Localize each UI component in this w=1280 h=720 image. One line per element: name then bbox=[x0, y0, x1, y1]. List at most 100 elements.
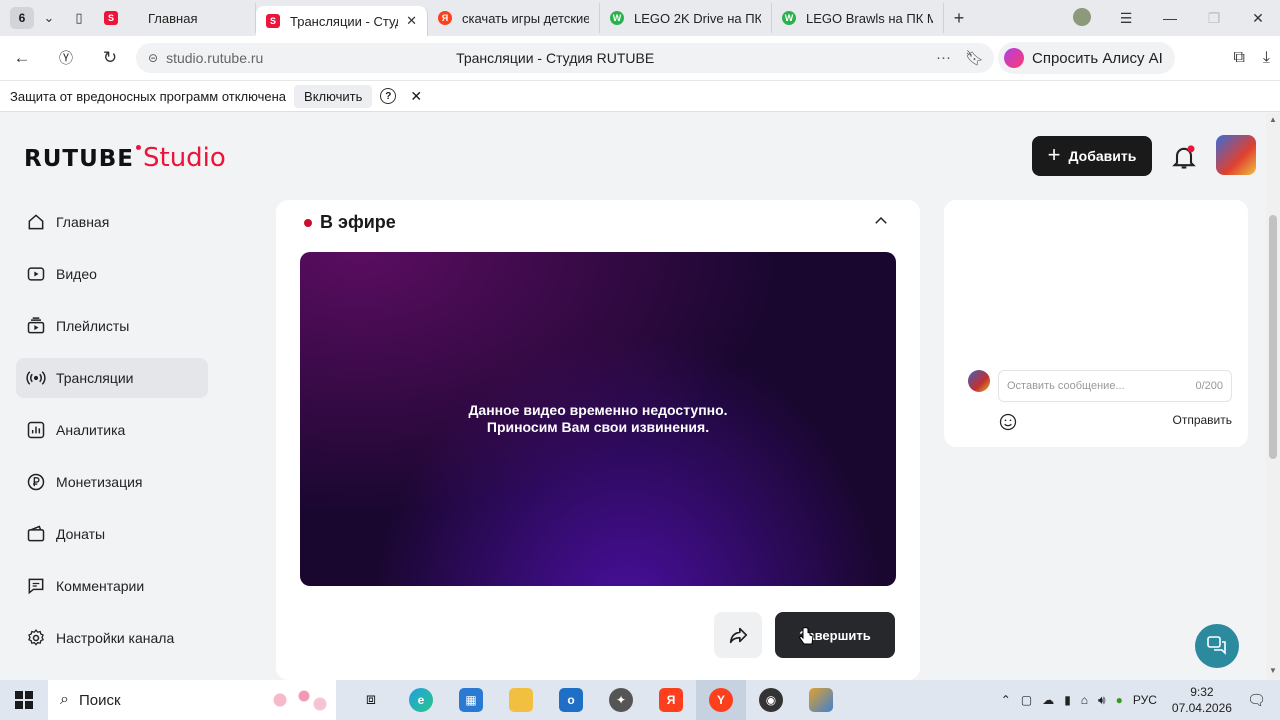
support-chat-button[interactable] bbox=[1195, 624, 1239, 668]
download-icon[interactable]: ⤓ bbox=[1263, 49, 1270, 67]
ask-alice-button[interactable]: Спросить Алису AI bbox=[998, 42, 1175, 74]
home-icon bbox=[28, 214, 44, 230]
send-message-button[interactable]: Отправить bbox=[1172, 413, 1232, 427]
tray-expand-icon[interactable]: ⌃ bbox=[1001, 693, 1011, 707]
minimize-icon[interactable]: — bbox=[1148, 10, 1192, 26]
tab-lego-drive[interactable]: W LEGO 2K Drive на ПК bbox=[600, 3, 772, 33]
bookmark-page-icon[interactable]: ▯ bbox=[64, 3, 94, 33]
sidebar-item-label: Трансляции bbox=[56, 370, 134, 386]
ms-store-icon[interactable]: ▦ bbox=[446, 680, 496, 720]
url-field[interactable]: ⊝ studio.rutube.ru Трансляции - Студия R… bbox=[136, 43, 994, 73]
maximize-icon[interactable]: ❐ bbox=[1192, 10, 1236, 27]
bookmark-icon[interactable]: 🔖︎ bbox=[965, 49, 984, 67]
broadcast-icon bbox=[26, 371, 46, 385]
logo-accent: Studio bbox=[143, 143, 226, 173]
site-info-icon[interactable]: ⊝ bbox=[148, 51, 158, 65]
tab-search-games[interactable]: Я скачать игры детские bbox=[428, 3, 600, 33]
live-status-label: В эфире bbox=[320, 212, 396, 232]
plus-icon: + bbox=[1047, 142, 1061, 167]
user-avatar[interactable] bbox=[1216, 135, 1256, 175]
tab-home[interactable]: S Главная bbox=[94, 3, 256, 33]
language-indicator[interactable]: РУС bbox=[1133, 693, 1157, 707]
video-player[interactable]: Данное видео временно недоступно. Принос… bbox=[300, 252, 896, 586]
profile-avatar-icon[interactable] bbox=[1060, 7, 1104, 29]
sidebar-item-label: Настройки канала bbox=[56, 630, 175, 646]
scrollbar-thumb[interactable] bbox=[1269, 215, 1277, 459]
page-scrollbar[interactable]: ▲ ▼ bbox=[1266, 113, 1280, 680]
share-button[interactable] bbox=[714, 612, 762, 658]
add-label: Добавить bbox=[1068, 148, 1137, 164]
yandex-browser-icon[interactable]: Y bbox=[696, 680, 746, 720]
url-text: studio.rutube.ru bbox=[166, 50, 264, 66]
sidebar-item-home[interactable]: Главная bbox=[16, 202, 208, 242]
close-infobar-icon[interactable]: ✕ bbox=[410, 88, 422, 105]
new-tab-plus-icon[interactable]: + bbox=[944, 3, 974, 33]
site-favicon-icon: W bbox=[610, 11, 624, 25]
game-app-icon[interactable] bbox=[796, 680, 846, 720]
tray-status-icon[interactable]: ● bbox=[1116, 693, 1123, 707]
scroll-down-icon[interactable]: ▼ bbox=[1269, 666, 1277, 675]
tab-broadcasts[interactable]: S Трансляции - Студ ✕ bbox=[256, 6, 428, 36]
network-icon[interactable]: ⌂ bbox=[1081, 693, 1088, 707]
emoji-smile-icon[interactable] bbox=[998, 412, 1018, 432]
sidebar-item-video[interactable]: Видео bbox=[16, 254, 208, 294]
help-question-icon[interactable]: ? bbox=[380, 88, 397, 104]
start-windows-icon[interactable] bbox=[0, 680, 48, 720]
obs-recorder-icon[interactable]: ◉ bbox=[746, 680, 796, 720]
window-controls: ☰ — ❐ ✕ bbox=[1060, 0, 1280, 36]
cloud-icon[interactable]: ☁ bbox=[1042, 693, 1054, 707]
hand-cursor-icon bbox=[798, 626, 814, 645]
close-tab-icon[interactable]: ✕ bbox=[406, 13, 417, 29]
tray-app-icon[interactable]: ▢ bbox=[1021, 693, 1032, 707]
sidebar-item-monetization[interactable]: Монетизация bbox=[16, 462, 208, 502]
task-view-icon[interactable]: ⧈ bbox=[346, 680, 396, 720]
collections-icon[interactable]: ⧉ bbox=[1233, 49, 1244, 67]
sidebar-item-broadcasts[interactable]: Трансляции bbox=[16, 358, 208, 398]
rutube-studio-logo[interactable]: RUTUBE Studio bbox=[24, 143, 226, 173]
add-button[interactable]: + Добавить bbox=[1032, 136, 1152, 176]
tabs-menu-chevron-icon[interactable]: ⌄ bbox=[34, 3, 64, 33]
finish-stream-button[interactable]: Завершить bbox=[775, 612, 895, 658]
file-explorer-icon[interactable] bbox=[496, 680, 546, 720]
taskbar-search[interactable]: ⌕ Поиск bbox=[48, 680, 336, 720]
sidebar-item-label: Видео bbox=[56, 266, 97, 282]
media-player-icon[interactable]: ✦ bbox=[596, 680, 646, 720]
sidebar-item-analytics[interactable]: Аналитика bbox=[16, 410, 208, 450]
studio-page: RUTUBE Studio + Добавить Главная Видео П… bbox=[0, 113, 1266, 680]
yandex-app-icon[interactable]: Я bbox=[646, 680, 696, 720]
edge-browser-icon[interactable]: e bbox=[396, 680, 446, 720]
sidebar-item-donations[interactable]: Донаты bbox=[16, 514, 208, 554]
tab-lego-brawls[interactable]: W LEGO Brawls на ПК М bbox=[772, 3, 944, 33]
browser-menu-icon[interactable]: ☰ bbox=[1104, 10, 1148, 27]
tab-label: LEGO Brawls на ПК М bbox=[806, 10, 933, 26]
alice-label: Спросить Алису AI bbox=[1032, 49, 1163, 67]
protection-infobar: Защита от вредоносных программ отключена… bbox=[0, 80, 1280, 112]
sidebar-item-channel-settings[interactable]: Настройки канала bbox=[16, 618, 208, 658]
chat-placeholder: Оставить сообщение... bbox=[1007, 380, 1125, 392]
alice-icon bbox=[1004, 48, 1024, 68]
reload-icon[interactable]: ↻ bbox=[88, 36, 132, 80]
sidebar-item-comments[interactable]: Комментарии bbox=[16, 566, 208, 606]
live-indicator-dot bbox=[304, 218, 312, 227]
tab-count-badge[interactable]: 6 bbox=[10, 7, 34, 29]
back-arrow-icon[interactable]: ← bbox=[0, 36, 44, 80]
live-status-heading: В эфире bbox=[304, 212, 396, 233]
battery-icon[interactable]: ▮ bbox=[1064, 693, 1071, 707]
collapse-chevron-up-icon[interactable] bbox=[872, 212, 890, 230]
system-tray: ⌃ ▢ ☁ ▮ ⌂ 🔊︎ ● РУС 9:32 07.04.2026 🗨︎ bbox=[996, 680, 1280, 720]
notification-bell-icon[interactable] bbox=[1170, 143, 1198, 171]
clock-time: 9:32 bbox=[1190, 685, 1214, 699]
outlook-icon[interactable]: o bbox=[546, 680, 596, 720]
yandex-home-icon[interactable]: Ⓨ bbox=[44, 36, 88, 80]
volume-icon[interactable]: 🔊︎ bbox=[1098, 693, 1106, 708]
more-dots-icon[interactable]: ··· bbox=[936, 49, 951, 67]
notifications-icon[interactable]: 🗨︎ bbox=[1247, 691, 1266, 709]
sidebar-item-playlists[interactable]: Плейлисты bbox=[16, 306, 208, 346]
close-window-icon[interactable]: ✕ bbox=[1236, 10, 1280, 27]
scroll-up-icon[interactable]: ▲ bbox=[1269, 115, 1277, 124]
clock[interactable]: 9:32 07.04.2026 bbox=[1172, 684, 1232, 716]
yandex-favicon-icon: Я bbox=[438, 11, 452, 25]
enable-protection-button[interactable]: Включить bbox=[294, 84, 373, 108]
chat-char-counter: 0/200 bbox=[1195, 380, 1223, 392]
chat-message-input[interactable]: Оставить сообщение... 0/200 bbox=[998, 370, 1232, 402]
